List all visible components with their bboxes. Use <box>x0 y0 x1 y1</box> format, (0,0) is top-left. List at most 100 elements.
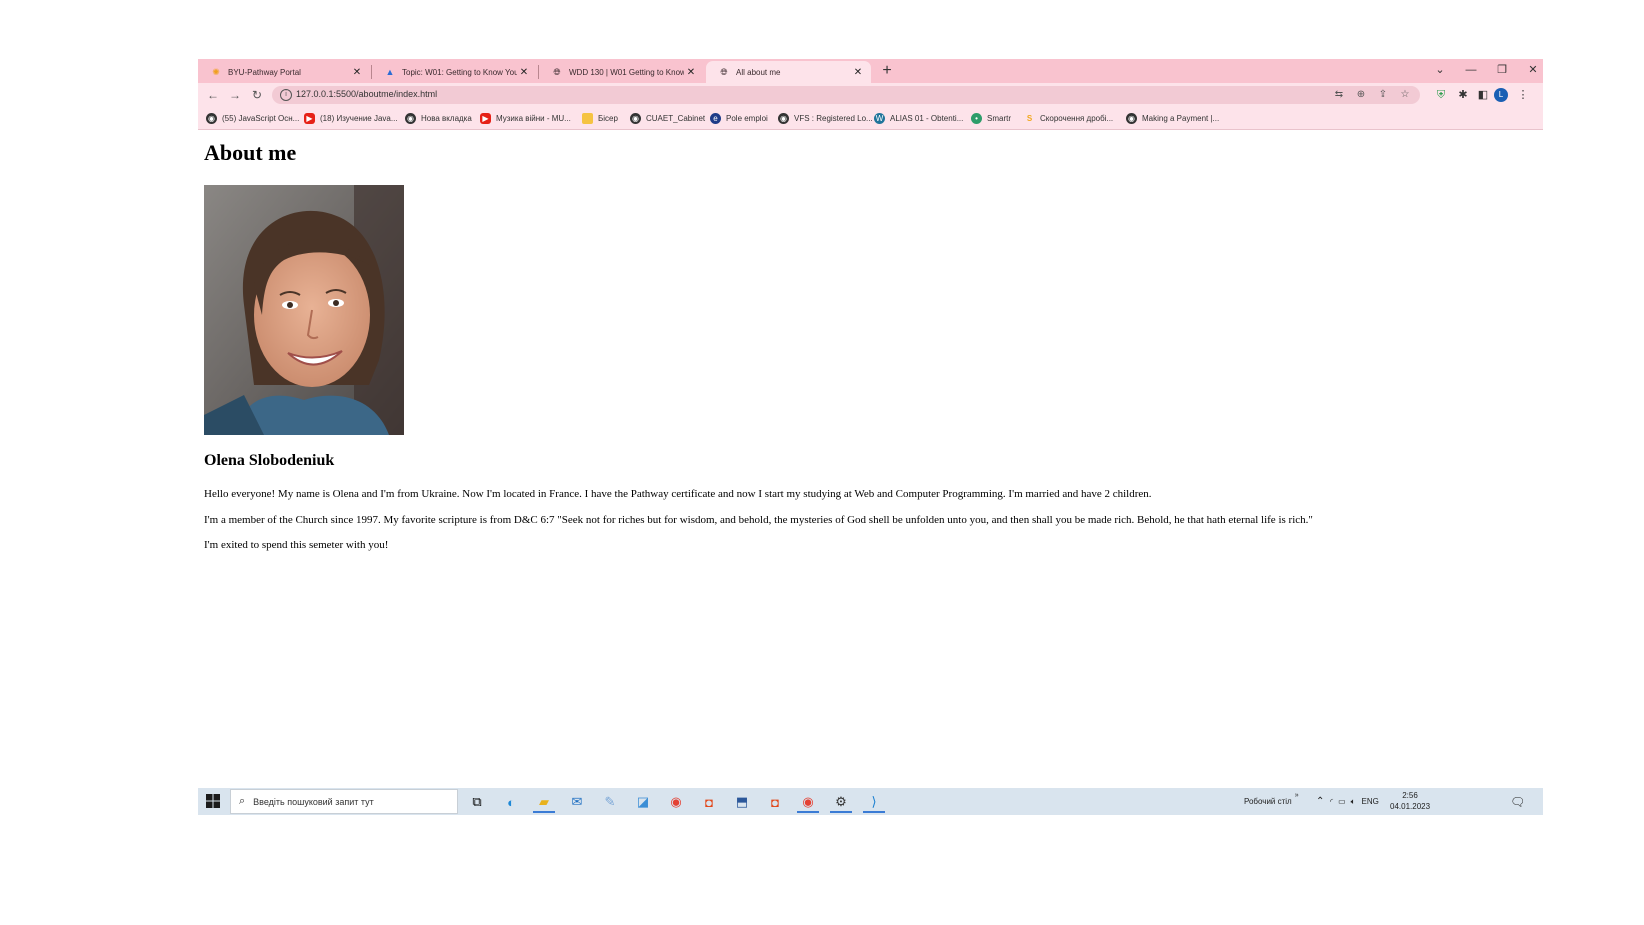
zoom-icon[interactable]: ⊕ <box>1354 89 1368 101</box>
bookmark-item[interactable]: ◉ (55) JavaScript Осн... <box>206 111 299 125</box>
settings-icon[interactable]: ⚙ <box>828 791 854 813</box>
smartr-icon: • <box>971 112 982 124</box>
bookmark-item[interactable]: ▶ (18) Изучение Java... <box>304 111 398 125</box>
taskbar-search-box[interactable]: ⌕ Введіть пошуковий запит тут <box>230 789 458 814</box>
bookmark-item[interactable]: ◉ Нова вкладка <box>405 111 472 125</box>
person-name: Olena Slobodeniuk <box>204 452 335 469</box>
office-icon-2[interactable]: ◘ <box>762 791 788 813</box>
minimize-button[interactable]: — <box>1457 60 1485 80</box>
bookmark-label: Smartr <box>987 113 1011 123</box>
scripture-paragraph: I'm a member of the Church since 1997. M… <box>204 514 1313 526</box>
expand-toolbar-icon[interactable]: » <box>1295 792 1299 799</box>
bookmark-item[interactable]: ▶ Музика війни - MU... <box>480 111 571 125</box>
close-icon[interactable]: ✕ <box>517 67 531 78</box>
browser-toolbar: ← → ↻ i 127.0.0.1:5500/aboutme/index.htm… <box>198 83 1543 107</box>
bookmark-item[interactable]: e Pole emploi <box>710 111 768 125</box>
back-button[interactable]: ← <box>204 86 222 104</box>
clock[interactable]: 2:56 04.01.2023 <box>1390 790 1430 812</box>
share-icon[interactable]: ⇪ <box>1376 89 1390 101</box>
reload-button[interactable]: ↻ <box>248 86 266 104</box>
app-icon[interactable]: ◪ <box>630 791 656 813</box>
bookmark-star-icon[interactable]: ☆ <box>1398 89 1412 101</box>
closing-paragraph: I'm exited to spend this semeter with yo… <box>204 539 389 551</box>
tab-title: BYU-Pathway Portal <box>228 67 301 77</box>
battery-icon[interactable]: ▭ <box>1338 797 1346 806</box>
volume-icon[interactable]: 🔈︎ <box>1351 797 1356 807</box>
tab-title: WDD 130 | W01 Getting to Know <box>569 67 684 77</box>
edge-icon[interactable]: ◐ <box>498 791 524 813</box>
windows-start-icon[interactable] <box>206 794 220 808</box>
tab-wdd130[interactable]: 🌐︎ WDD 130 | W01 Getting to Know ✕ <box>539 61 704 83</box>
bookmark-item[interactable]: ◉ VFS : Registered Lo... <box>778 111 873 125</box>
site-info-icon[interactable]: i <box>280 89 292 101</box>
pathway-icon: ✺ <box>212 66 220 77</box>
tab-byu-pathway[interactable]: ✺ BYU-Pathway Portal ✕ <box>198 61 370 83</box>
chrome-profile-icon[interactable]: ◉ <box>795 791 821 813</box>
file-explorer-icon[interactable]: ▰ <box>531 791 557 813</box>
translate-icon[interactable]: ⇆ <box>1332 89 1346 101</box>
language-indicator[interactable]: ENG <box>1361 797 1378 806</box>
bookmark-label: Скорочення дробі... <box>1040 113 1114 123</box>
window-close-button[interactable]: ✕ <box>1519 60 1543 80</box>
search-placeholder: Введіть пошуковий запит тут <box>253 796 374 807</box>
youtube-icon: ▶ <box>480 112 491 124</box>
bookmark-item[interactable]: ◉ Making a Payment |... <box>1126 111 1219 125</box>
s-icon: S <box>1026 113 1033 123</box>
wordpress-icon: W <box>874 112 885 124</box>
globe-icon: ◉ <box>778 112 789 124</box>
bookmark-label: CUAET_Cabinet <box>646 113 706 123</box>
task-view-icon[interactable]: ⧉ <box>464 791 490 813</box>
show-hidden-icons[interactable]: ⌃ <box>1316 788 1324 815</box>
windows-taskbar: ⌕ Введіть пошуковий запит тут ⧉ ◐ ▰ ✉ ✎ … <box>198 788 1543 815</box>
bookmark-label: Making a Payment |... <box>1142 113 1220 123</box>
new-tab-button[interactable]: + <box>878 62 896 80</box>
bookmark-item[interactable]: • Smartr <box>971 111 1011 125</box>
close-icon[interactable]: ✕ <box>350 67 364 78</box>
bookmarks-bar: ◉ (55) JavaScript Осн... ▶ (18) Изучение J… <box>198 107 1543 130</box>
tab-search-button[interactable]: ⌄ <box>1426 60 1454 80</box>
globe-icon: 🌐︎ <box>553 66 561 77</box>
bookmark-label: (55) JavaScript Осн... <box>222 113 300 123</box>
desktop-toolbar[interactable]: Робочий стіл » <box>1244 788 1299 815</box>
menu-kebab-icon[interactable]: ⋮ <box>1514 86 1532 104</box>
forward-button[interactable]: → <box>226 86 244 104</box>
bookmark-label: VFS : Registered Lo... <box>794 113 873 123</box>
bookmark-label: Музика війни - MU... <box>496 113 571 123</box>
close-icon[interactable]: ✕ <box>684 67 698 78</box>
pole-emploi-icon: e <box>710 112 721 124</box>
canvas-icon: ▲ <box>385 66 395 77</box>
page-heading: About me <box>204 140 297 165</box>
profile-avatar[interactable]: L <box>1494 88 1508 102</box>
side-panel-icon[interactable]: ◧ <box>1474 86 1492 104</box>
restore-button[interactable]: ❐ <box>1488 60 1516 80</box>
globe-icon: ◉ <box>630 112 641 124</box>
office-upload-icon[interactable]: ⬒ <box>729 791 755 813</box>
network-icon[interactable]: ◜ <box>1330 797 1333 806</box>
mail-icon[interactable]: ✉ <box>564 791 590 813</box>
vscode-icon[interactable]: ⟩ <box>861 791 887 813</box>
close-icon[interactable]: ✕ <box>851 67 865 78</box>
page-viewport: About me Olena Slobodeniuk Hello everyon… <box>198 130 1543 788</box>
bookmark-item[interactable]: Бісер <box>582 111 618 125</box>
chrome-icon[interactable]: ◉ <box>663 791 689 813</box>
globe-icon: 🌐︎ <box>720 66 728 77</box>
address-bar[interactable]: i 127.0.0.1:5500/aboutme/index.html ⇆ ⊕ … <box>272 86 1420 104</box>
notification-icon[interactable]: 🗨︎ <box>1510 788 1525 815</box>
tab-topic[interactable]: ▲ Topic: W01: Getting to Know You ✕ <box>372 61 537 83</box>
shield-extension-icon[interactable]: ⛨ <box>1432 86 1450 104</box>
office-icon[interactable]: ◘ <box>696 791 722 813</box>
globe-icon: ◉ <box>405 112 416 124</box>
paint-icon[interactable]: ✎ <box>597 791 623 813</box>
browser-window: ✺ BYU-Pathway Portal ✕ ▲ Topic: W01: Get… <box>198 59 1543 815</box>
bookmark-label: Pole emploi <box>726 113 768 123</box>
bookmark-label: ALIAS 01 - Obtenti... <box>890 113 964 123</box>
tab-title: All about me <box>736 67 781 77</box>
bookmark-item[interactable]: ◉ CUAET_Cabinet <box>630 111 705 125</box>
globe-icon: ◉ <box>206 112 217 124</box>
extensions-icon[interactable]: ✱ <box>1454 86 1472 104</box>
bookmark-item[interactable]: S Скорочення дробі... <box>1024 111 1113 125</box>
url-text[interactable]: 127.0.0.1:5500/aboutme/index.html <box>296 89 437 99</box>
bookmark-item[interactable]: W ALIAS 01 - Obtenti... <box>874 111 963 125</box>
clock-date: 04.01.2023 <box>1390 802 1431 811</box>
tab-all-about-me[interactable]: 🌐︎ All about me ✕ <box>706 61 871 83</box>
